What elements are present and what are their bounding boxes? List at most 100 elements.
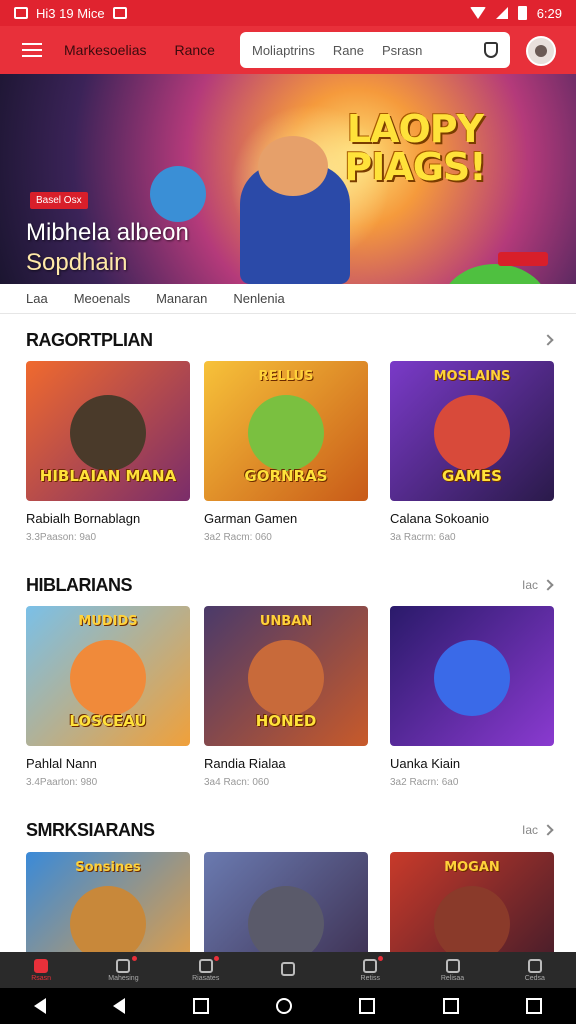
hero-title-line2: Sopdhain	[26, 249, 128, 276]
section-more-link[interactable]: Iac	[521, 578, 554, 592]
hero-badge: Basel Osx	[30, 192, 88, 209]
game-title[interactable]: Calana Sokoanio	[390, 511, 554, 526]
home-circle-icon[interactable]	[275, 998, 292, 1014]
game-card[interactable]: Uanka Kiain 3a2 Racrn: 6a0	[390, 606, 554, 788]
game-card[interactable]: HIBLAIAN MANA Rabialh Bornablagn 3.3Paas…	[26, 361, 190, 543]
main-character-head	[258, 136, 328, 196]
header-link[interactable]: Rance	[174, 42, 214, 58]
game-title[interactable]: Randia Rialaa	[204, 756, 368, 771]
search-option[interactable]: Moliaptrins	[252, 43, 315, 58]
hero-banner[interactable]: LAOPY PIAGS! Basel Osx Mibhela albeon So…	[0, 74, 576, 284]
flying-character-illustration	[150, 166, 206, 222]
avatar[interactable]	[526, 36, 556, 66]
game-thumbnail[interactable]: HIBLAIAN MANA	[26, 361, 190, 501]
game-card[interactable]: UNBAN HONED Randia Rialaa 3a4 Racn: 060	[204, 606, 368, 788]
game-card[interactable]: RELLUS GORNRAS Garman Gamen 3a2 Racm: 06…	[204, 361, 368, 543]
search-bar[interactable]: Moliaptrins Rane Psrasn	[240, 32, 510, 68]
search-icon	[116, 958, 131, 973]
battery-icon	[517, 6, 527, 20]
green-monster-illustration	[440, 264, 550, 284]
square-icon[interactable]	[359, 998, 376, 1014]
chevron-right-icon	[542, 579, 554, 591]
brand-link[interactable]: Markesoelias	[64, 42, 146, 58]
game-mascot	[434, 640, 510, 716]
status-bar: Hi3 19 Mice 6:29	[0, 0, 576, 26]
game-thumbnail-label: HIBLAIAN MANA	[39, 467, 177, 485]
section-more-link[interactable]	[538, 334, 554, 346]
tab-filter[interactable]: Meoenals	[74, 291, 130, 306]
nav-label: Riasates	[192, 974, 220, 982]
game-card[interactable]: MOSLAINS GAMES Calana Sokoanio 3a Racrm:…	[390, 361, 554, 543]
nav-item-more[interactable]: Cedsa	[494, 952, 576, 988]
section-header: RAGORTPLIAN	[26, 328, 554, 352]
section-more-link[interactable]: Iac	[521, 823, 554, 837]
hero-title-line1: Mibhela albeon	[26, 219, 189, 246]
arrow-left-icon[interactable]	[113, 998, 126, 1014]
section-more-label: Iac	[521, 823, 538, 837]
notification-dot	[378, 956, 384, 961]
game-thumbnail[interactable]: UNBAN HONED	[204, 606, 368, 746]
nav-item-store[interactable]: Retiss	[329, 952, 411, 988]
game-thumbnail-top: MUDIDS	[78, 614, 138, 629]
notification-dot	[213, 956, 219, 961]
game-card[interactable]: MUDIDS LOSCEAU Pahlal Nann 3.4Paarton: 9…	[26, 606, 190, 788]
grid-icon	[527, 958, 542, 973]
hero-logo: LAOPY PIAGS!	[344, 107, 486, 189]
share-icon[interactable]	[442, 998, 459, 1014]
filter-tabs: Laa Meoenals Manaran Nenlenia	[0, 284, 576, 314]
nav-label: Mahesing	[108, 974, 139, 982]
game-thumbnail[interactable]: RELLUS GORNRAS	[204, 361, 368, 501]
game-mascot	[248, 395, 324, 471]
home-icon	[34, 958, 49, 973]
chevron-right-icon	[542, 824, 554, 836]
game-thumbnail-top: RELLUS	[258, 369, 314, 384]
section-more-label: Iac	[521, 578, 538, 592]
game-title[interactable]: Garman Gamen	[204, 511, 368, 526]
notification-icon	[14, 7, 28, 19]
game-mascot	[434, 395, 510, 471]
nav-item-profile[interactable]: Relisaa	[411, 952, 493, 988]
nav-label: Rsasn	[31, 974, 52, 982]
library-icon	[280, 962, 295, 976]
status-time: 6:29	[536, 5, 562, 21]
game-mascot	[434, 886, 510, 962]
game-thumbnail-label: GORNRAS	[244, 467, 328, 485]
screenshot-icon[interactable]	[526, 998, 543, 1014]
game-thumbnail[interactable]: MUDIDS LOSCEAU	[26, 606, 190, 746]
tab-filter[interactable]: Nenlenia	[233, 291, 284, 306]
nav-item-library[interactable]	[247, 952, 329, 988]
triangle-icon[interactable]	[192, 998, 209, 1014]
game-meta: 3a4 Racn: 060	[204, 777, 270, 788]
chevron-right-icon	[542, 334, 554, 346]
game-meta: 3.4Paarton: 980	[26, 777, 98, 788]
gamepad-icon	[198, 958, 213, 973]
game-thumbnail-label: LOSCEAU	[69, 712, 147, 730]
tab-filter[interactable]: Laa	[26, 291, 48, 306]
game-thumbnail[interactable]	[390, 606, 554, 746]
game-thumbnail[interactable]: MOSLAINS GAMES	[390, 361, 554, 501]
tab-filter[interactable]: Manaran	[156, 291, 207, 306]
search-option[interactable]: Rane	[333, 43, 364, 58]
nav-item-home[interactable]: Rsasn	[0, 952, 82, 988]
game-thumbnail-label: HONED	[255, 712, 317, 730]
back-icon[interactable]	[33, 998, 46, 1014]
game-title[interactable]: Rabialh Bornablagn	[26, 511, 190, 526]
search-option[interactable]: Psrasn	[382, 43, 422, 58]
section-header: HIBLARIANS Iac	[26, 573, 554, 597]
app-icon	[112, 7, 127, 19]
game-title[interactable]: Pahlal Nann	[26, 756, 190, 771]
nav-item-search[interactable]: Mahesing	[82, 952, 164, 988]
section-title: SMRKSIARANS	[26, 819, 155, 840]
menu-button[interactable]	[0, 26, 64, 74]
app-header: Markesoelias Rance Moliaptrins Rane Psra…	[0, 26, 576, 74]
game-mascot	[70, 640, 146, 716]
shield-icon[interactable]	[484, 42, 498, 58]
section-title: RAGORTPLIAN	[26, 329, 153, 350]
game-thumbnail-top: UNBAN	[259, 614, 313, 629]
notification-dot	[131, 956, 137, 961]
hero-corner-badge	[498, 252, 548, 266]
nav-item-games[interactable]: Riasates	[165, 952, 247, 988]
status-time-left: Hi3 19 Mice	[36, 5, 105, 21]
game-title[interactable]: Uanka Kiain	[390, 756, 554, 771]
section-header: SMRKSIARANS Iac	[26, 818, 554, 842]
